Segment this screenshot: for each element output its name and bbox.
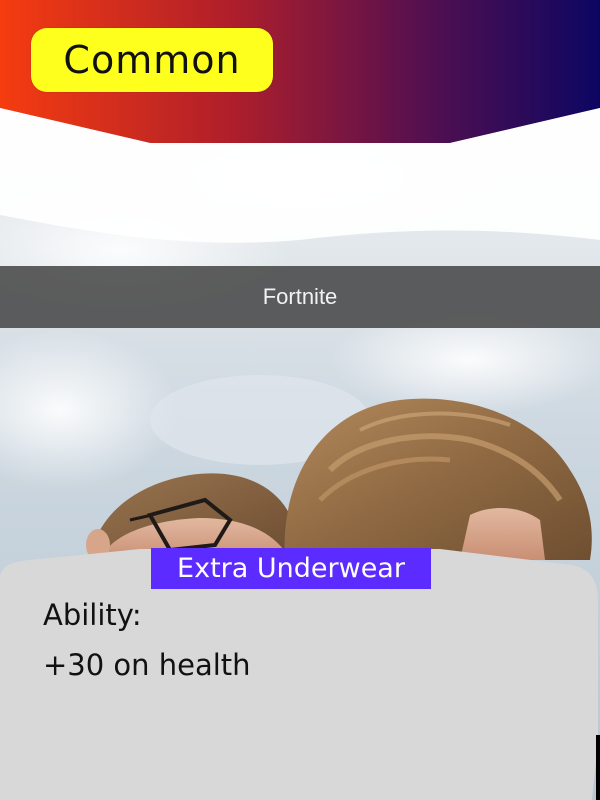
ability-label: Ability: <box>43 598 142 632</box>
game-title-text: Fortnite <box>262 284 338 309</box>
card-name: Extra Underwear <box>151 548 431 589</box>
ability-description: +30 on health <box>43 648 251 682</box>
card-game-title: Fortnite <box>0 266 600 328</box>
rarity-badge: Common <box>31 28 273 92</box>
